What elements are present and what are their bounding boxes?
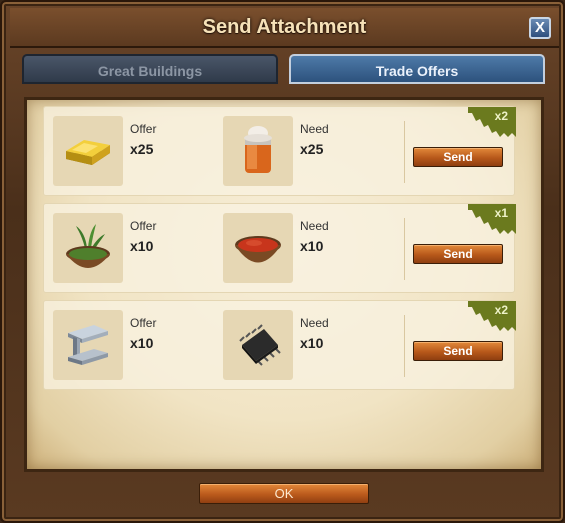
send-button[interactable]: Send [413, 341, 503, 361]
quantity-badge: x2 [468, 107, 516, 137]
need-amount: x10 [300, 335, 324, 351]
trade-offer-row: Offer x10 Need x10 x2 Send [43, 300, 516, 390]
send-button[interactable]: Send [413, 244, 503, 264]
send-attachment-dialog: Send Attachment X Great Buildings Trade … [0, 0, 565, 523]
quantity-badge: x1 [468, 204, 516, 234]
need-label: Need [300, 316, 329, 330]
microchip-icon [223, 310, 293, 380]
offer-amount: x10 [130, 238, 154, 254]
need-label: Need [300, 219, 329, 233]
offer-amount: x10 [130, 335, 154, 351]
offer-label: Offer [130, 316, 157, 330]
row-divider [404, 121, 405, 183]
tab-trade-offers[interactable]: Trade Offers [289, 54, 545, 84]
close-button[interactable]: X [529, 17, 551, 39]
row-divider [404, 218, 405, 280]
need-amount: x25 [300, 141, 324, 157]
offer-label: Offer [130, 219, 157, 233]
steel-beam-icon [53, 310, 123, 380]
gold-bar-icon [53, 116, 123, 186]
need-amount: x10 [300, 238, 324, 254]
trade-offer-row: Offer x10 Need x10 x1 Send [43, 203, 516, 293]
herb-bowl-icon [53, 213, 123, 283]
tab-great-buildings[interactable]: Great Buildings [22, 54, 278, 84]
row-divider [404, 315, 405, 377]
dye-bowl-icon [223, 213, 293, 283]
trade-offers-panel: Offer x25 Need x25 x2 Send Offer x10 Nee… [24, 97, 544, 472]
ok-button[interactable]: OK [199, 483, 369, 504]
trade-offer-row: Offer x25 Need x25 x2 Send [43, 106, 516, 196]
need-label: Need [300, 122, 329, 136]
send-button[interactable]: Send [413, 147, 503, 167]
quantity-badge: x2 [468, 301, 516, 331]
badge-count: x1 [494, 206, 508, 220]
badge-count: x2 [494, 109, 508, 123]
offer-amount: x25 [130, 141, 154, 157]
offer-label: Offer [130, 122, 157, 136]
dialog-title: Send Attachment [202, 16, 367, 38]
title-bar: Send Attachment [10, 8, 559, 48]
jar-preserves-icon [223, 116, 293, 186]
badge-count: x2 [494, 303, 508, 317]
